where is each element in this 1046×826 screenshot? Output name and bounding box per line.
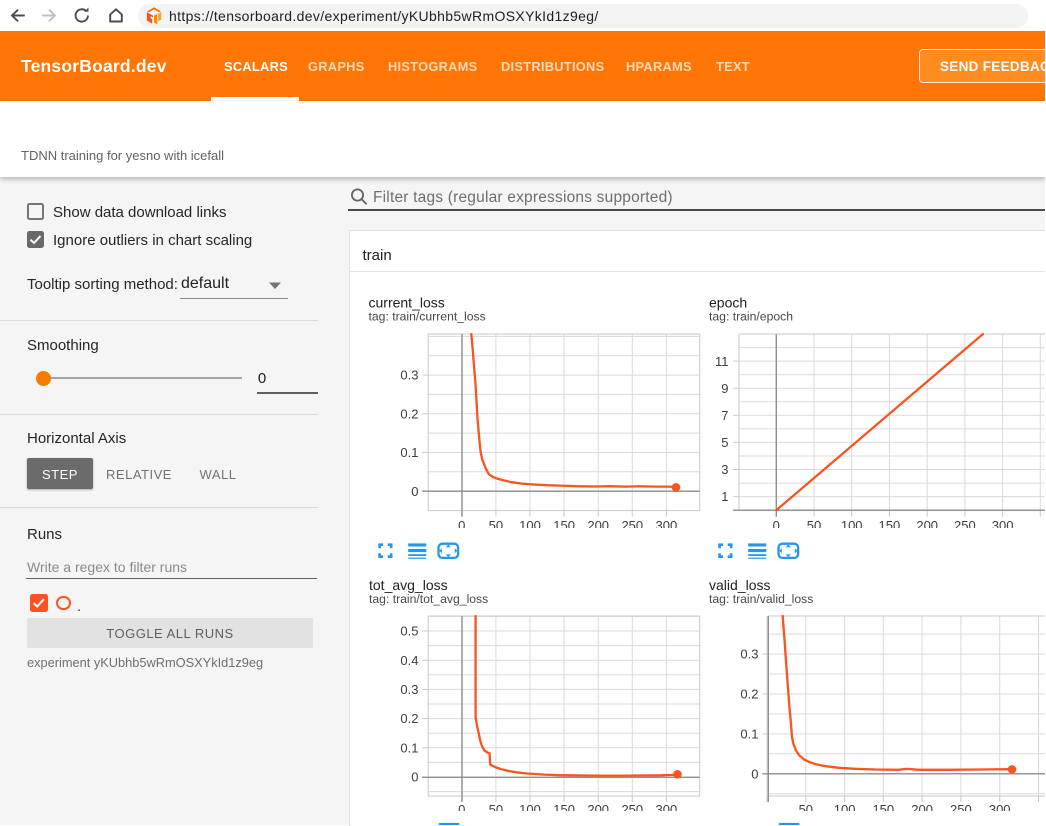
- svg-text:0.3: 0.3: [740, 647, 758, 662]
- svg-text:200: 200: [587, 802, 609, 817]
- svg-text:150: 150: [553, 802, 575, 817]
- svg-text:tag: train/tot_avg_loss: tag: train/tot_avg_loss: [369, 592, 488, 606]
- svg-text:50: 50: [799, 802, 813, 817]
- svg-text:200: 200: [587, 518, 609, 533]
- svg-text:valid_loss: valid_loss: [709, 577, 770, 593]
- svg-text:300: 300: [992, 518, 1014, 533]
- svg-text:0.2: 0.2: [400, 711, 418, 726]
- svg-text:0.3: 0.3: [400, 368, 418, 383]
- svg-text:0: 0: [751, 766, 758, 781]
- svg-text:3: 3: [721, 462, 728, 477]
- svg-text:0: 0: [458, 518, 465, 533]
- svg-text:250: 250: [621, 802, 643, 817]
- svg-text:0: 0: [411, 770, 418, 785]
- svg-text:11: 11: [715, 354, 729, 369]
- svg-text:100: 100: [834, 802, 856, 817]
- svg-text:7: 7: [721, 408, 728, 423]
- svg-text:0.2: 0.2: [400, 406, 418, 421]
- svg-text:100: 100: [519, 518, 541, 533]
- svg-text:0: 0: [773, 518, 780, 533]
- svg-text:200: 200: [911, 802, 933, 817]
- svg-text:0.4: 0.4: [400, 653, 418, 668]
- svg-text:epoch: epoch: [709, 295, 747, 311]
- svg-text:0.2: 0.2: [740, 687, 758, 702]
- svg-text:1: 1: [721, 489, 728, 504]
- svg-text:200: 200: [916, 518, 938, 533]
- svg-text:0.1: 0.1: [740, 727, 758, 742]
- svg-text:150: 150: [879, 518, 901, 533]
- svg-text:tag: train/valid_loss: tag: train/valid_loss: [709, 592, 813, 606]
- svg-text:50: 50: [489, 802, 503, 817]
- svg-text:150: 150: [872, 802, 894, 817]
- svg-text:5: 5: [721, 435, 728, 450]
- svg-text:0.5: 0.5: [400, 624, 418, 639]
- svg-text:250: 250: [954, 518, 976, 533]
- svg-text:0.1: 0.1: [400, 740, 418, 755]
- svg-text:0.1: 0.1: [400, 445, 418, 460]
- svg-text:100: 100: [841, 518, 863, 533]
- svg-text:50: 50: [489, 518, 503, 533]
- svg-text:tag: train/current_loss: tag: train/current_loss: [369, 310, 486, 324]
- svg-text:tag: train/epoch: tag: train/epoch: [709, 310, 793, 324]
- svg-text:250: 250: [950, 802, 972, 817]
- svg-text:current_loss: current_loss: [369, 295, 445, 311]
- svg-text:0: 0: [458, 802, 465, 817]
- svg-text:0: 0: [411, 484, 418, 499]
- svg-text:150: 150: [553, 518, 575, 533]
- svg-text:300: 300: [989, 802, 1011, 817]
- svg-text:9: 9: [721, 381, 728, 396]
- svg-text:50: 50: [807, 518, 821, 533]
- svg-text:300: 300: [656, 802, 678, 817]
- svg-text:0.3: 0.3: [400, 682, 418, 697]
- svg-text:100: 100: [519, 802, 541, 817]
- svg-text:tot_avg_loss: tot_avg_loss: [369, 577, 448, 593]
- svg-text:300: 300: [656, 518, 678, 533]
- svg-text:250: 250: [621, 518, 643, 533]
